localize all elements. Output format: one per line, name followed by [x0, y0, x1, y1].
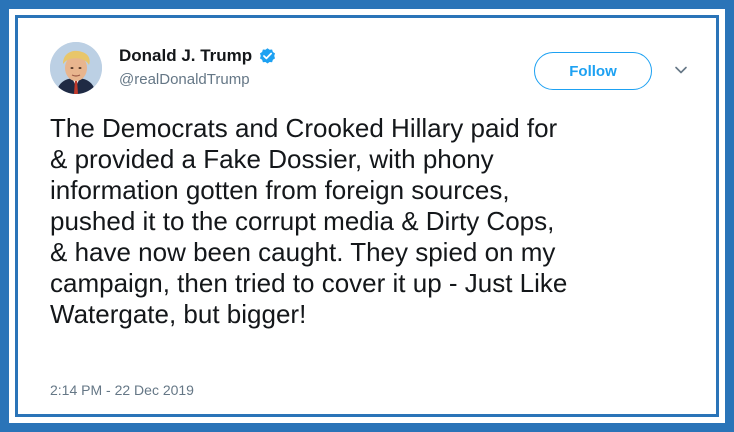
- tweet-timestamp[interactable]: 2:14 PM - 22 Dec 2019: [50, 382, 194, 398]
- avatar-image: [50, 42, 102, 94]
- tweet-line: & have now been caught. They spied on my: [50, 237, 556, 267]
- author-display-name[interactable]: Donald J. Trump: [119, 46, 252, 66]
- author-name-row: Donald J. Trump: [119, 46, 277, 66]
- tweet-card: Donald J. Trump @realDonaldTrump Follow …: [15, 15, 719, 417]
- tweet-line: Watergate, but bigger!: [50, 299, 307, 329]
- chevron-down-icon[interactable]: [673, 62, 689, 78]
- verified-badge-icon: [258, 47, 277, 66]
- tweet-line: & provided a Fake Dossier, with phony: [50, 144, 494, 174]
- outer-frame: Donald J. Trump @realDonaldTrump Follow …: [0, 0, 734, 432]
- profile-avatar[interactable]: [50, 42, 102, 94]
- tweet-body: The Democrats and Crooked Hillary paid f…: [50, 113, 710, 330]
- author-handle[interactable]: @realDonaldTrump: [119, 71, 250, 88]
- follow-button[interactable]: Follow: [534, 52, 652, 90]
- tweet-line: information gotten from foreign sources,: [50, 175, 510, 205]
- tweet-line: The Democrats and Crooked Hillary paid f…: [50, 113, 558, 143]
- tweet-line: pushed it to the corrupt media & Dirty C…: [50, 206, 555, 236]
- frame-spacer: Donald J. Trump @realDonaldTrump Follow …: [9, 9, 725, 423]
- tweet-line: campaign, then tried to cover it up - Ju…: [50, 268, 568, 298]
